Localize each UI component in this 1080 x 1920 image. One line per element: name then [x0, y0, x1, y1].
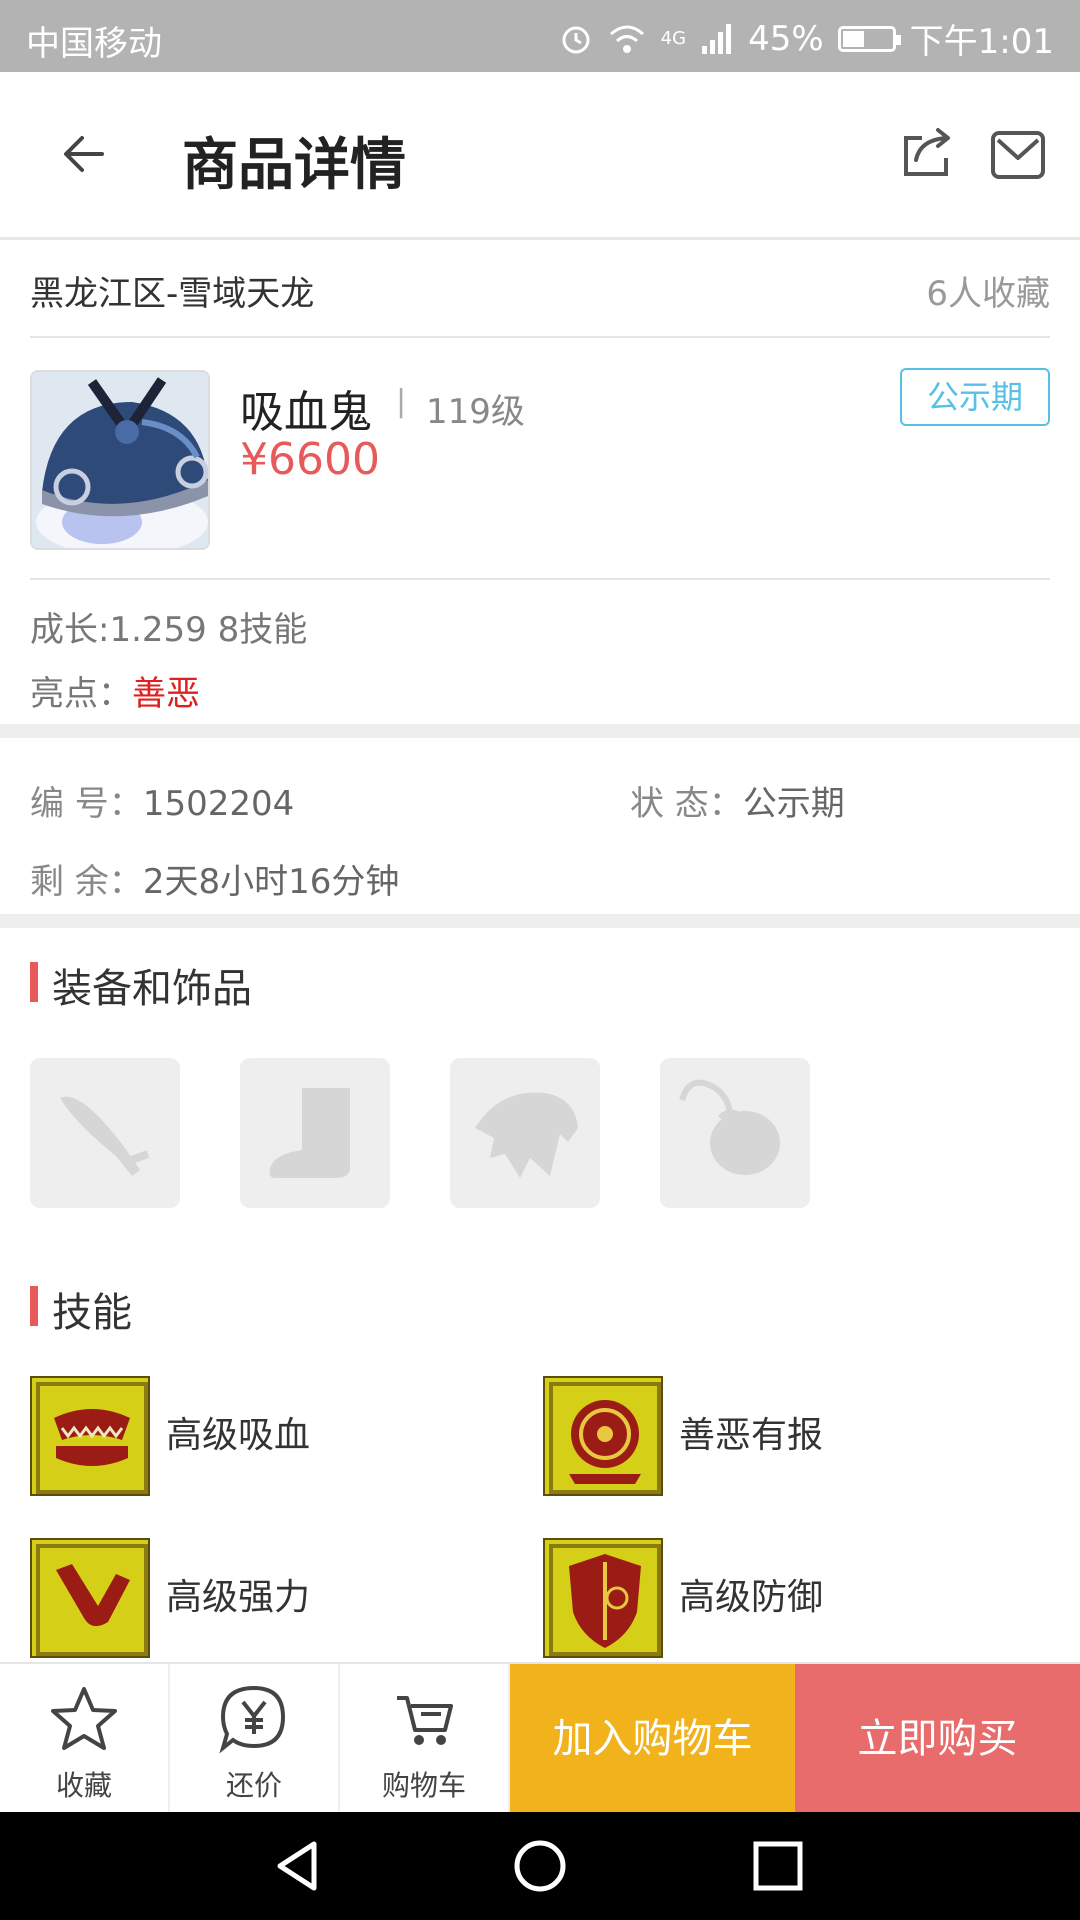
remain-label: 剩 余：: [30, 862, 143, 902]
mail-icon[interactable]: [990, 130, 1046, 180]
highlight-label: 亮点：: [30, 674, 132, 714]
favorite-button[interactable]: 收藏: [0, 1664, 170, 1814]
arrow-left-icon[interactable]: [58, 128, 110, 180]
alarm-icon: [562, 26, 590, 53]
id-label: 编 号：: [30, 784, 143, 824]
system-navigation-bar: [0, 1812, 1080, 1920]
highlight-info: 亮点：善恶: [30, 666, 200, 715]
yen-bubble-icon: [219, 1685, 286, 1754]
vampire-skill-icon: [32, 1378, 148, 1494]
skill-label: 善恶有报: [679, 1415, 824, 1456]
skill-label: 高级强力: [166, 1577, 311, 1618]
state-row: 状 态：公示期: [630, 776, 845, 825]
battery-percent: 45%: [748, 18, 824, 59]
karma-skill-icon: [545, 1378, 661, 1494]
star-icon: [51, 1687, 117, 1750]
bargain-button[interactable]: 还价: [170, 1664, 340, 1814]
page-title: 商品详情: [182, 133, 406, 198]
status-badge: 公示期: [900, 368, 1050, 426]
status-bar: 中国移动 4G 45% 下午1:01: [0, 0, 1080, 72]
recent-apps-icon[interactable]: [752, 1840, 804, 1892]
pet-name: 吸血鬼: [240, 387, 372, 438]
accessory-slot[interactable]: [660, 1058, 810, 1208]
back-triangle-icon[interactable]: [270, 1838, 326, 1894]
server-name: 黑龙江区-雪域天龙: [30, 274, 315, 314]
bargain-label: 还价: [225, 1769, 282, 1802]
highlight-value: 善恶: [132, 674, 200, 714]
status-icons: 4G 45% 下午1:01: [559, 14, 1054, 63]
id-row: 编 号：1502204: [30, 776, 294, 825]
weapon-slot[interactable]: [30, 1058, 180, 1208]
equipment-title: 装备和饰品: [30, 956, 252, 1014]
id-value: 1502204: [142, 784, 295, 824]
home-circle-icon[interactable]: [512, 1838, 568, 1894]
add-to-cart-button[interactable]: 加入购物车: [510, 1664, 795, 1814]
skill-icon-advanced-strength[interactable]: [30, 1538, 150, 1658]
pet-avatar[interactable]: [30, 370, 210, 550]
remain-row: 剩 余：2天8小时16分钟: [30, 854, 399, 903]
armor-slot[interactable]: [450, 1058, 600, 1208]
divider: [30, 578, 1050, 580]
favorite-count: 6人收藏: [926, 274, 1050, 314]
vampire-pet-image: [32, 372, 208, 548]
carrier-name: 中国移动: [26, 24, 162, 64]
armor-icon: [475, 1092, 578, 1178]
cart-button[interactable]: 购物车: [340, 1664, 510, 1814]
favorite-label: 收藏: [55, 1769, 112, 1802]
product-card: 黑龙江区-雪域天龙 6人收藏 吸血鬼 | 119级 ¥6600 公示期 成长:1…: [0, 244, 1080, 724]
growth-info: 成长:1.259 8技能: [30, 610, 308, 650]
section-gap: [0, 914, 1080, 928]
wifi-icon: [609, 25, 644, 53]
shield-icon: [545, 1540, 661, 1656]
skill-label: 高级吸血: [166, 1415, 311, 1456]
nav-bar: 商品详情: [0, 72, 1080, 240]
pet-level: 119级: [426, 392, 525, 432]
price: ¥6600: [240, 434, 380, 485]
skill-label: 高级防御: [679, 1577, 824, 1618]
skill-icon-advanced-defense[interactable]: [543, 1538, 663, 1658]
clock: 下午1:01: [909, 22, 1054, 62]
cart-icon: [397, 1696, 453, 1745]
weapon-icon: [60, 1096, 150, 1176]
boot-icon: [269, 1088, 350, 1178]
remain-value: 2天8小时16分钟: [142, 862, 400, 902]
bottom-action-bar: 收藏 还价 购物车 加入购物车 立即购买: [0, 1662, 1080, 1814]
skill-icon-advanced-vampire[interactable]: [30, 1376, 150, 1496]
state-value: 公示期: [742, 784, 845, 824]
battery-icon: [837, 25, 901, 52]
accessory-icon: [679, 1079, 780, 1175]
network-type: 4G: [660, 28, 687, 49]
cart-label: 购物车: [381, 1769, 466, 1802]
state-label: 状 态：: [630, 784, 743, 824]
separator: |: [396, 384, 407, 419]
share-icon[interactable]: [900, 124, 956, 180]
strength-skill-icon: [32, 1540, 148, 1656]
section-gap: [0, 724, 1080, 738]
boot-slot[interactable]: [240, 1058, 390, 1208]
divider: [30, 336, 1050, 338]
trade-info: 编 号：1502204 状 态：公示期 剩 余：2天8小时16分钟: [0, 738, 1080, 914]
skill-icon-karma[interactable]: [543, 1376, 663, 1496]
skills-title: 技能: [30, 1280, 132, 1338]
buy-now-button[interactable]: 立即购买: [795, 1664, 1080, 1814]
signal-icon: [702, 23, 732, 54]
